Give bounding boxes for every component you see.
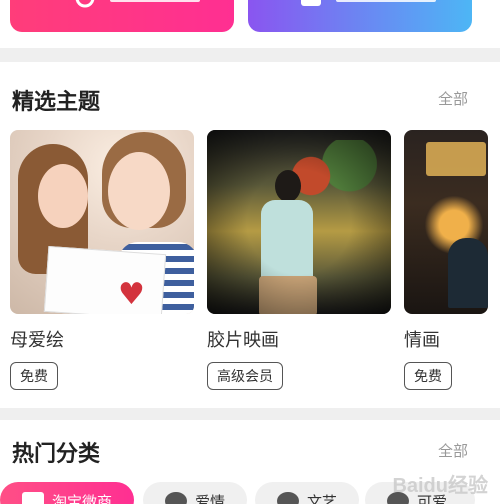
theme-title: 情画 [404,330,440,351]
theme-price-badge: 高级会员 [207,362,283,390]
category-chip-art[interactable]: 文艺 [255,482,359,504]
palette-icon [277,492,299,504]
watermark-logo: Baidu经验 [392,475,488,497]
featured-section-title: 精选主题 [12,90,101,115]
category-chip-label: 爱情 [195,493,226,504]
category-chip-taobao[interactable]: 淘宝微商 [0,482,134,504]
theme-card[interactable]: 胶片映画 高级会员 [207,130,391,390]
shirt-icon [22,492,44,504]
top-action-strip [0,0,500,48]
category-chip-love[interactable]: 爱情 [143,482,247,504]
theme-thumbnail[interactable] [404,130,488,314]
theme-price-badge: 免费 [404,362,452,390]
create-photo-label-cropped [110,0,200,2]
hot-see-all-link[interactable]: 全部 [438,440,468,461]
theme-card[interactable]: 情画 免费 [404,130,488,390]
hearts-icon [165,492,187,504]
camera-icon [75,0,95,8]
create-photo-button[interactable] [10,0,234,32]
create-video-button[interactable] [248,0,472,32]
category-chip-label: 淘宝微商 [52,493,113,504]
featured-themes-section: 精选主题 全部 ♥ 母爱绘 免费 胶片映画 高级会员 情画 免费 [0,62,500,408]
theme-title: 胶片映画 [207,330,279,351]
theme-card[interactable]: ♥ 母爱绘 免费 [10,130,194,390]
video-icon [301,0,321,6]
category-chip-label: 文艺 [307,493,338,504]
heart-icon: ♥ [118,277,145,312]
create-video-label-cropped [336,0,436,2]
featured-see-all-link[interactable]: 全部 [438,88,468,109]
theme-thumbnail[interactable] [207,130,391,314]
theme-price-badge: 免费 [10,362,58,390]
hot-section-title: 热门分类 [12,442,101,467]
theme-title: 母爱绘 [10,330,64,351]
theme-thumbnail[interactable]: ♥ [10,130,194,314]
